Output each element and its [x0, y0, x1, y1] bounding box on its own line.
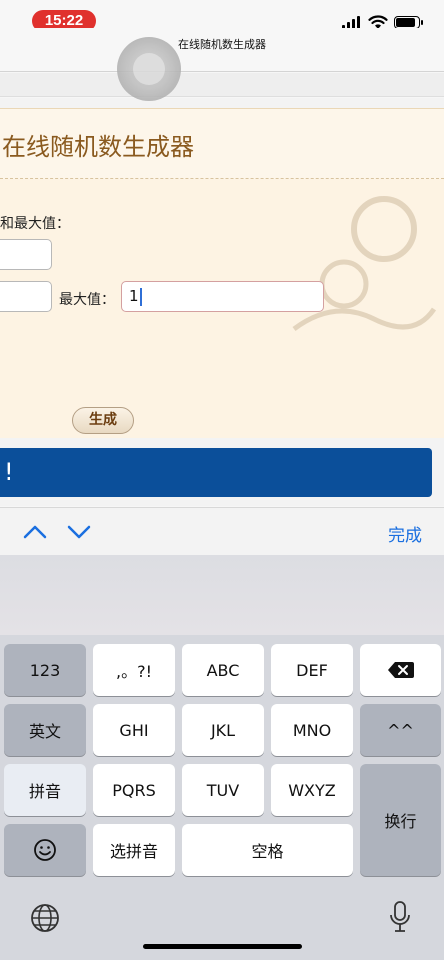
range-description: 和最大值： — [0, 216, 70, 232]
page-title: 在线随机数生成器 — [2, 133, 194, 161]
backspace-key[interactable] — [360, 644, 441, 696]
chevron-up-icon[interactable] — [21, 518, 49, 546]
result-banner: ! — [0, 448, 432, 497]
microphone-icon[interactable] — [388, 900, 412, 934]
chevron-down-icon[interactable] — [65, 518, 93, 546]
key-123[interactable]: 123 — [4, 644, 86, 696]
key-def[interactable]: DEF — [271, 644, 353, 696]
min-value-input-2[interactable] — [0, 281, 52, 312]
browser-page-title[interactable]: 在线随机数生成器 — [0, 36, 444, 52]
key-punctuation[interactable]: ,。?! — [93, 644, 175, 696]
keyboard-accessory-bar: 完成 — [0, 507, 444, 555]
panel-header: 在线随机数生成器 — [0, 109, 444, 179]
generate-button[interactable]: 生成 — [72, 407, 134, 434]
key-tuv[interactable]: TUV — [182, 764, 264, 816]
min-value-input[interactable] — [0, 239, 52, 270]
globe-icon[interactable] — [29, 902, 61, 934]
page-content: 在线随机数生成器 和最大值： 最大值： 1 生成 ! — [0, 98, 444, 506]
key-wxyz[interactable]: WXYZ — [271, 764, 353, 816]
key-jkl[interactable]: JKL — [182, 704, 264, 756]
touch-indicator — [117, 37, 181, 101]
generator-panel: 在线随机数生成器 和最大值： 最大值： 1 生成 — [0, 108, 444, 438]
decorative-pattern — [292, 196, 437, 332]
space-key[interactable]: 空格 — [182, 824, 353, 876]
emoji-icon — [34, 839, 56, 861]
candidate-bar — [0, 555, 444, 635]
max-value-text: 1 — [129, 287, 139, 305]
toolbar-strip — [0, 73, 444, 97]
key-select-pinyin[interactable]: 选拼音 — [93, 824, 175, 876]
key-pqrs[interactable]: PQRS — [93, 764, 175, 816]
text-caret — [139, 287, 142, 306]
max-value-label: 最大值： — [59, 292, 115, 308]
max-value-input[interactable]: 1 — [121, 281, 324, 312]
backspace-icon — [387, 662, 414, 678]
key-english[interactable]: 英文 — [4, 704, 86, 756]
done-button[interactable]: 完成 — [388, 521, 422, 546]
key-pinyin[interactable]: 拼音 — [4, 764, 86, 816]
key-abc[interactable]: ABC — [182, 644, 264, 696]
home-indicator[interactable] — [143, 944, 302, 949]
enter-key[interactable]: 换行 — [360, 764, 441, 876]
browser-url-bar[interactable]: 在线随机数生成器 — [0, 28, 444, 72]
key-ghi[interactable]: GHI — [93, 704, 175, 756]
emoji-key[interactable] — [4, 824, 86, 876]
result-text: ! — [4, 458, 14, 486]
key-emoticon[interactable]: ^^ — [360, 704, 441, 756]
key-mno[interactable]: MNO — [271, 704, 353, 756]
keyboard: 123 ,。?! ABC DEF 英文 GHI JKL MNO ^^ 拼音 PQ… — [0, 555, 444, 960]
